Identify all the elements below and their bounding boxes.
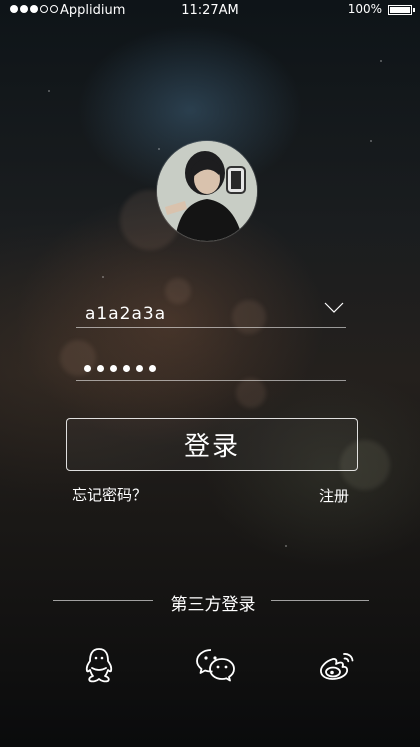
divider-left bbox=[53, 600, 153, 601]
password-field[interactable] bbox=[76, 351, 346, 381]
battery-icon bbox=[388, 5, 412, 15]
speck bbox=[370, 140, 372, 142]
wechat-icon bbox=[196, 649, 235, 682]
wechat-login-button[interactable] bbox=[194, 643, 238, 687]
speck bbox=[102, 276, 104, 278]
divider-right bbox=[271, 600, 369, 601]
weibo-login-button[interactable] bbox=[315, 643, 359, 687]
battery-percentage: 100% bbox=[347, 2, 382, 16]
speck bbox=[48, 90, 50, 92]
user-avatar[interactable] bbox=[157, 141, 257, 241]
username-input[interactable]: a1a2a3a bbox=[85, 304, 166, 324]
username-field[interactable]: a1a2a3a bbox=[76, 298, 346, 328]
forgot-password-link[interactable]: 忘记密码？ bbox=[72, 484, 147, 505]
bokeh-light bbox=[236, 378, 266, 408]
password-input[interactable] bbox=[84, 365, 156, 372]
speck bbox=[285, 545, 287, 547]
qq-login-button[interactable] bbox=[77, 643, 121, 687]
third-party-title: 第三方登录 bbox=[170, 595, 256, 615]
battery-tip bbox=[413, 8, 415, 12]
login-screen: Applidium 11:27AM 100% a1a2a3a 登录 忘记密码？ … bbox=[0, 0, 420, 747]
qq-icon bbox=[85, 648, 113, 683]
status-bar: Applidium 11:27AM 100% bbox=[0, 0, 420, 22]
user-avatar-icon bbox=[157, 141, 257, 241]
speck bbox=[380, 60, 382, 62]
register-link[interactable]: 注册 bbox=[319, 485, 349, 506]
login-button[interactable]: 登录 bbox=[66, 418, 358, 471]
chevron-down-icon[interactable] bbox=[324, 302, 344, 314]
weibo-icon bbox=[320, 653, 354, 680]
speck bbox=[158, 148, 160, 150]
